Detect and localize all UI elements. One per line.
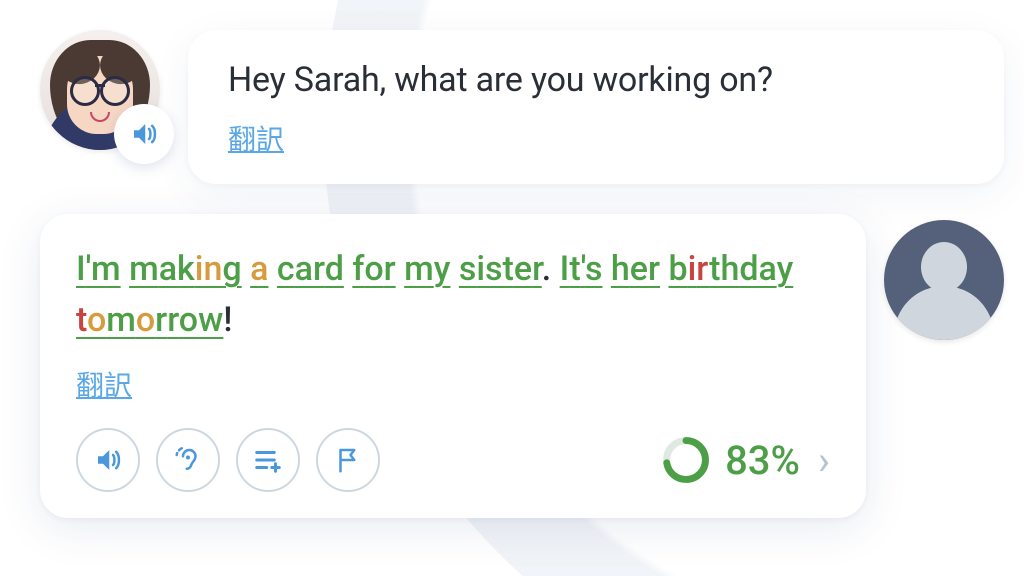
add-to-list-button[interactable] [236,428,300,492]
add-to-list-icon [253,445,283,475]
bot-message-text: Hey Sarah, what are you working on? [228,60,964,100]
word[interactable]: card [277,249,344,289]
bot-message-row: Hey Sarah, what are you working on? 翻訳 [40,30,1004,184]
score-button[interactable]: 83% › [661,435,830,485]
word[interactable]: her [611,249,660,289]
word[interactable]: birthday [669,249,794,289]
play-audio-button[interactable] [114,104,174,164]
chevron-right-icon: › [814,437,830,484]
word[interactable]: my [404,249,450,289]
bot-avatar-container [40,30,170,160]
word[interactable]: It's [560,249,603,289]
user-message-bubble: I'm making a card for my sister. It's he… [40,214,866,518]
score-percent: 83% [725,437,800,484]
controls-row: 83% › [76,428,830,492]
user-avatar [884,220,1004,340]
punctuation: ! [223,300,232,340]
bot-message-bubble: Hey Sarah, what are you working on? 翻訳 [188,30,1004,184]
translate-link[interactable]: 翻訳 [76,364,132,404]
word[interactable]: making [129,249,242,289]
pronunciation-phrase: I'm making a card for my sister. It's he… [76,244,830,346]
punctuation: . [542,249,560,289]
user-message-row: I'm making a card for my sister. It's he… [40,214,1004,518]
word[interactable]: I'm [76,249,121,289]
translate-link[interactable]: 翻訳 [228,118,284,158]
ear-icon [173,445,203,475]
word[interactable]: sister [459,249,542,289]
listen-button[interactable] [156,428,220,492]
word[interactable]: a [250,249,268,289]
play-audio-button[interactable] [76,428,140,492]
score-donut-icon [661,435,711,485]
flag-button[interactable] [316,428,380,492]
speaker-icon [129,119,159,149]
speaker-icon [93,445,123,475]
word[interactable]: for [352,249,395,289]
flag-icon [333,445,363,475]
word[interactable]: tomorrow [76,300,223,340]
